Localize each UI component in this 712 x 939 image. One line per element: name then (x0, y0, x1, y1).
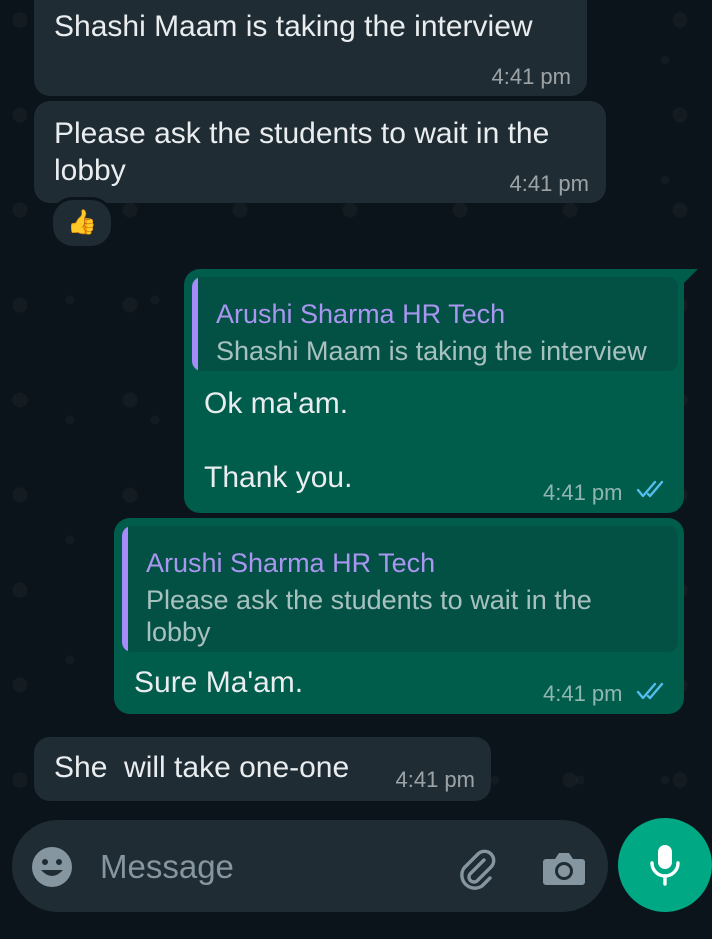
mic-button[interactable] (618, 818, 712, 912)
message-time: 4:41 pm (395, 767, 476, 792)
message-composer (12, 820, 608, 912)
double-check-icon (636, 682, 664, 700)
message-time: 4:41 pm (491, 64, 572, 89)
message-input[interactable] (98, 842, 432, 892)
message-time: 4:41 pm (509, 171, 590, 196)
mic-icon (650, 845, 680, 886)
reply-quote[interactable]: Arushi Sharma HR Tech Please ask the stu… (122, 526, 678, 652)
message-incoming[interactable]: She will take one-one 4:41 pm (34, 737, 491, 801)
message-incoming[interactable]: Shashi Maam is taking the interview 4:41… (34, 0, 587, 96)
message-incoming[interactable]: Please ask the students to wait in the l… (34, 101, 606, 203)
message-outgoing[interactable]: Arushi Sharma HR Tech Shashi Maam is tak… (184, 269, 684, 513)
bubble-tail (684, 269, 698, 283)
quote-text: Shashi Maam is taking the interview (216, 336, 647, 366)
message-text: Ok ma'am. Thank you. (204, 387, 353, 494)
message-text: Shashi Maam is taking the interview (54, 10, 533, 43)
reaction-badge[interactable]: 👍 (50, 197, 114, 249)
quote-accent-bar (122, 526, 128, 652)
reply-quote[interactable]: Arushi Sharma HR Tech Shashi Maam is tak… (192, 277, 678, 371)
message-text: Sure Ma'am. (134, 666, 304, 699)
quote-text: Please ask the students to wait in the l… (146, 585, 592, 647)
emoji-icon[interactable] (30, 845, 74, 889)
quote-accent-bar (192, 277, 198, 371)
message-time: 4:41 pm (543, 480, 623, 505)
message-outgoing[interactable]: Arushi Sharma HR Tech Please ask the stu… (114, 518, 684, 714)
message-time: 4:41 pm (543, 681, 623, 706)
double-check-icon (636, 480, 664, 498)
camera-icon[interactable] (540, 846, 588, 890)
paperclip-icon[interactable] (452, 844, 500, 892)
thumbs-up-reaction: 👍 (67, 209, 97, 236)
quote-author: Arushi Sharma HR Tech (216, 299, 506, 329)
message-text: She will take one-one (54, 751, 350, 784)
quote-author: Arushi Sharma HR Tech (146, 548, 436, 578)
